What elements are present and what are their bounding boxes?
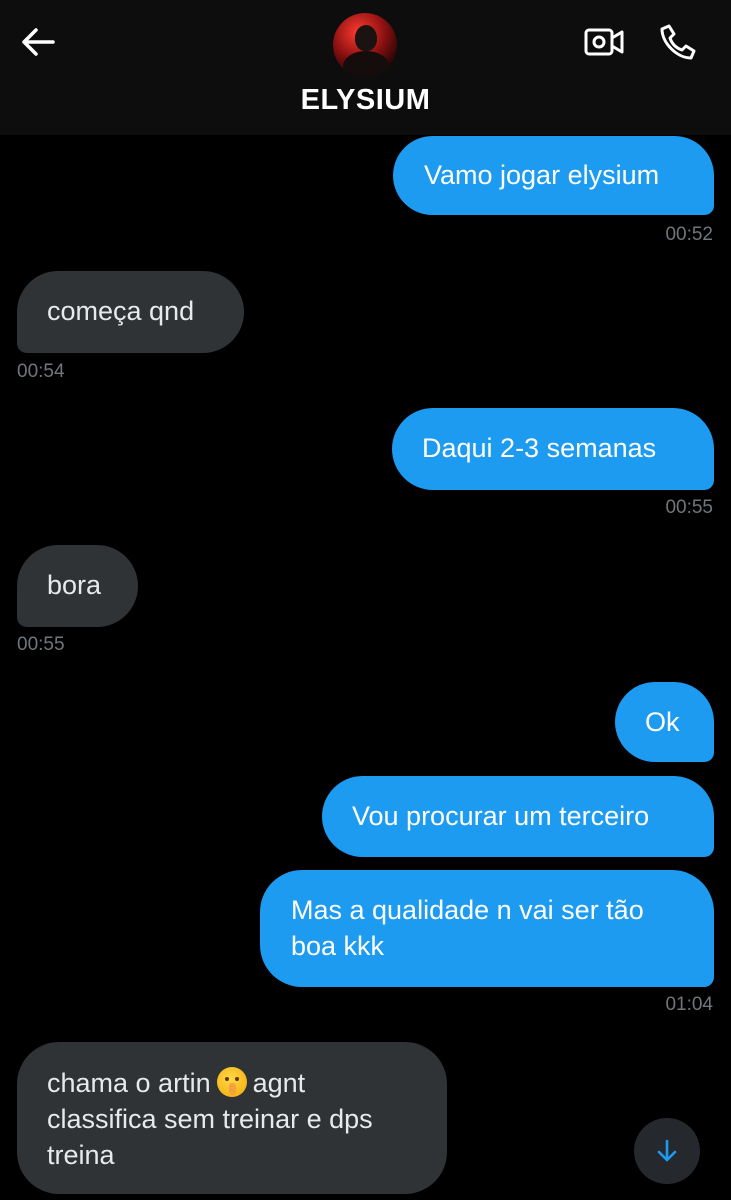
message-text-line: Mas a qualidade n vai ser tão	[291, 895, 644, 925]
video-call-icon	[584, 28, 624, 56]
message-text: chama o artin	[47, 1068, 211, 1098]
message-bubble-sent[interactable]: Ok	[615, 682, 714, 762]
contact-name[interactable]: ELYSIUM	[0, 84, 731, 117]
message-text-line: treina	[47, 1140, 115, 1170]
message-text: bora	[47, 570, 102, 600]
arrow-left-icon	[22, 28, 55, 56]
message-timestamp: 00:52	[665, 224, 713, 245]
arrow-down-icon	[657, 1139, 677, 1162]
chat-header: ELYSIUM	[0, 0, 731, 135]
avatar-shoulders-shape	[343, 51, 389, 77]
message-text-line: chama o artin agnt	[47, 1065, 447, 1101]
message-bubble-received[interactable]: começa qnd	[17, 271, 244, 353]
message-text: Vou procurar um terceiro	[352, 801, 650, 831]
message-text: agnt	[252, 1068, 306, 1098]
message-text: Ok	[645, 707, 680, 737]
message-text: Vamo jogar elysium	[424, 160, 660, 190]
shushing-face-emoji-icon	[216, 1067, 247, 1097]
message-timestamp: 00:55	[665, 497, 713, 518]
message-bubble-received[interactable]: bora	[17, 545, 138, 627]
message-bubble-sent[interactable]: Daqui 2-3 semanas	[392, 408, 714, 490]
message-bubble-sent[interactable]: Vamo jogar elysium	[393, 136, 714, 215]
back-button[interactable]	[18, 22, 58, 62]
message-timestamp: 00:54	[17, 361, 65, 382]
voice-call-button[interactable]	[654, 18, 702, 66]
message-bubble-received[interactable]: chama o artin agnt classifica sem treinar…	[17, 1042, 447, 1194]
message-text: Daqui 2-3 semanas	[422, 433, 657, 463]
scroll-to-bottom-button[interactable]	[634, 1118, 700, 1184]
video-call-button[interactable]	[580, 20, 628, 64]
message-timestamp: 00:55	[17, 634, 65, 655]
message-text-line: classifica sem treinar e dps	[47, 1104, 373, 1134]
message-timestamp: 01:04	[665, 994, 713, 1015]
message-bubble-sent[interactable]: Vou procurar um terceiro	[322, 776, 714, 857]
avatar-head-shape	[355, 25, 377, 51]
contact-avatar[interactable]	[333, 13, 397, 77]
message-text: começa qnd	[47, 296, 195, 326]
message-text-line: boa kkk	[291, 931, 385, 961]
message-bubble-sent[interactable]: Mas a qualidade n vai ser tão boa kkk	[260, 870, 714, 987]
phone-icon	[660, 24, 696, 60]
